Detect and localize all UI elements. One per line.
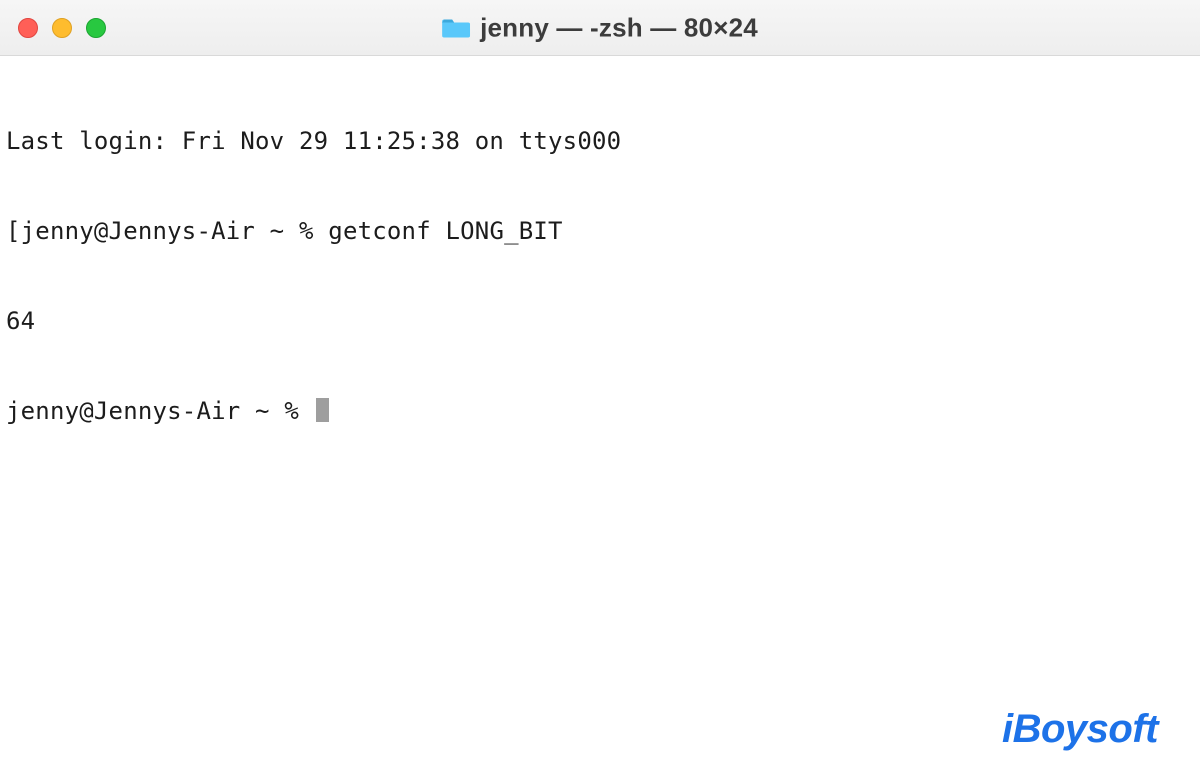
prompt-1: [jenny@Jennys-Air ~ % xyxy=(6,217,328,245)
traffic-lights xyxy=(18,18,106,38)
window-titlebar: jenny — -zsh — 80×24 xyxy=(0,0,1200,56)
folder-icon xyxy=(442,17,470,39)
output-line-1: 64 xyxy=(6,306,1194,336)
minimize-button[interactable] xyxy=(52,18,72,38)
cursor-icon xyxy=(316,398,329,422)
prompt-2: jenny@Jennys-Air ~ % xyxy=(6,397,314,425)
terminal-content[interactable]: Last login: Fri Nov 29 11:25:38 on ttys0… xyxy=(0,56,1200,466)
watermark-text: iBoysoft xyxy=(1002,707,1158,751)
command-line-1: [jenny@Jennys-Air ~ % getconf LONG_BIT xyxy=(6,216,1194,246)
zoom-button[interactable] xyxy=(86,18,106,38)
command-1: getconf LONG_BIT xyxy=(328,217,562,245)
command-line-2: jenny@Jennys-Air ~ % xyxy=(6,396,1194,426)
watermark-logo: iBoysoft xyxy=(1002,707,1158,752)
window-title-text: jenny — -zsh — 80×24 xyxy=(480,12,758,43)
close-button[interactable] xyxy=(18,18,38,38)
window-title: jenny — -zsh — 80×24 xyxy=(442,12,758,43)
last-login-line: Last login: Fri Nov 29 11:25:38 on ttys0… xyxy=(6,126,1194,156)
